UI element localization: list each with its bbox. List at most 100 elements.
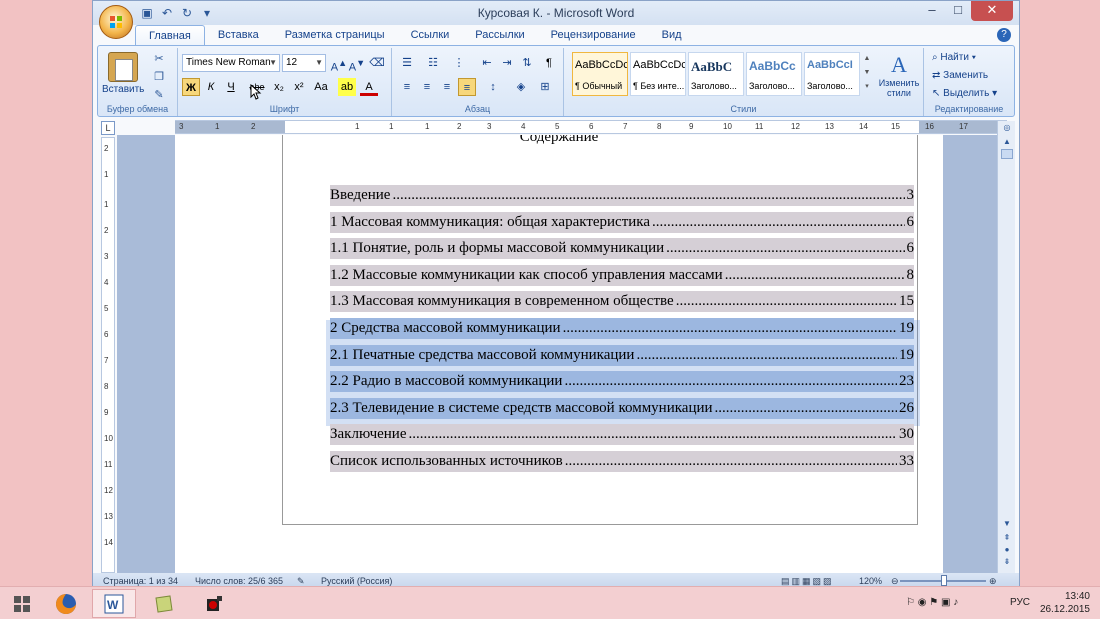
tab-review[interactable]: Рецензирование xyxy=(538,25,649,45)
notes-icon[interactable] xyxy=(142,589,186,618)
shrink-font-icon[interactable]: A▼ xyxy=(348,54,366,74)
word-count[interactable]: Число слов: 25/6 365 xyxy=(195,576,283,586)
sort-icon[interactable]: ⇅ xyxy=(518,54,536,72)
paste-icon[interactable] xyxy=(108,52,138,82)
style-normal[interactable]: AaBbCcDc ¶ Обычный xyxy=(572,52,628,96)
underline-button[interactable]: Ч xyxy=(222,78,240,96)
zoom-slider-thumb[interactable] xyxy=(941,575,947,586)
change-styles-button[interactable]: A Изменить стили xyxy=(878,52,920,98)
clock[interactable]: 13:40 26.12.2015 xyxy=(1040,590,1090,616)
align-center-icon[interactable]: ≡ xyxy=(418,78,436,96)
toc-entry[interactable]: Заключение 30 xyxy=(330,424,914,446)
styles-scroll-icon[interactable]: ▲ ▼ ▾ xyxy=(862,52,872,96)
save-icon[interactable]: ▣ xyxy=(139,5,155,21)
vertical-ruler[interactable]: 2 1 1 2 3 4 5 6 7 8 9 10 11 12 13 14 xyxy=(101,137,115,573)
ruler-number: 7 xyxy=(623,122,628,131)
grow-font-icon[interactable]: A▲ xyxy=(330,54,348,74)
tab-home[interactable]: Главная xyxy=(135,25,205,45)
replace-button[interactable]: ⇄ Заменить xyxy=(932,70,988,81)
cut-icon[interactable]: ✂ xyxy=(152,52,166,66)
taskbar: W ⚐ ◉ ⚑ ▣ ♪ РУС 13:40 26.12.2015 xyxy=(0,586,1100,619)
format-painter-icon[interactable]: ✎ xyxy=(152,88,166,102)
highlight-icon[interactable]: ab xyxy=(338,78,356,96)
scroll-thumb[interactable] xyxy=(1001,149,1013,159)
maximize-button[interactable]: □ xyxy=(945,1,971,21)
multilevel-list-icon[interactable]: ⋮ xyxy=(450,54,468,72)
decrease-indent-icon[interactable]: ⇤ xyxy=(478,54,496,72)
style-heading-2[interactable]: AaBbCc Заголово... xyxy=(746,52,802,96)
scroll-up-icon[interactable]: ▲ xyxy=(1001,137,1013,149)
font-name-combo[interactable]: Times New Roman ▼ xyxy=(182,54,280,72)
language-indicator[interactable]: Русский (Россия) xyxy=(321,576,392,586)
style-heading-1[interactable]: AaBbC Заголово... xyxy=(688,52,744,96)
horizontal-ruler[interactable]: 3 1 2 1 1 1 2 3 4 5 6 7 8 9 10 11 12 13 … xyxy=(175,120,1007,134)
superscript-button[interactable]: x² xyxy=(290,78,308,96)
style-heading-3[interactable]: AaBbCcI Заголово... xyxy=(804,52,860,96)
firefox-icon[interactable] xyxy=(44,589,88,618)
close-button[interactable]: ✕ xyxy=(971,1,1013,21)
show-marks-button[interactable]: ¶ xyxy=(540,54,558,72)
tab-selector-button[interactable]: L xyxy=(101,121,115,135)
italic-button[interactable]: К xyxy=(202,78,220,96)
style-no-spacing[interactable]: AaBbCcDc ¶ Без инте... xyxy=(630,52,686,96)
toc-entry-selected[interactable]: 2.1 Печатные средства массовой коммуника… xyxy=(330,344,914,366)
font-size-combo[interactable]: 12 ▼ xyxy=(282,54,326,72)
bold-button[interactable]: Ж xyxy=(182,78,200,96)
zoom-level[interactable]: 120% xyxy=(859,576,882,586)
vertical-scrollbar[interactable]: ◎ ▲ ▼ ⇞ ● ⇟ xyxy=(997,121,1015,573)
font-color-icon[interactable]: A xyxy=(360,78,378,96)
change-case-button[interactable]: Aa xyxy=(310,78,332,96)
prev-page-icon[interactable]: ⇞ xyxy=(1001,533,1013,545)
clear-format-icon[interactable]: ⌫ xyxy=(368,54,386,72)
help-icon[interactable]: ? xyxy=(997,28,1011,42)
toc-entry[interactable]: 1 Массовая коммуникация: общая характери… xyxy=(330,211,914,233)
toc-entry-selected[interactable]: 2.3 Телевидение в системе средств массов… xyxy=(330,397,914,419)
page-count[interactable]: Страница: 1 из 34 xyxy=(103,576,178,586)
toc-entry[interactable]: Введение 3 xyxy=(330,185,914,206)
word-taskbar-icon[interactable]: W xyxy=(92,589,136,618)
select-browse-object-icon[interactable]: ● xyxy=(1001,545,1013,557)
tab-references[interactable]: Ссылки xyxy=(398,25,463,45)
find-button[interactable]: ⌕ Найти ▾ xyxy=(932,52,976,63)
toc-entry-selected[interactable]: 2 Средства массовой коммуникации 19 xyxy=(330,317,914,339)
styles-group: AaBbCcDc ¶ Обычный AaBbCcDc ¶ Без инте... … xyxy=(564,48,924,116)
redo-icon[interactable]: ↻ xyxy=(179,5,195,21)
scroll-down-icon[interactable]: ▼ xyxy=(1001,519,1013,531)
borders-icon[interactable]: ⊞ xyxy=(536,78,554,96)
camera-icon[interactable] xyxy=(192,589,236,618)
tab-mailings[interactable]: Рассылки xyxy=(462,25,537,45)
document-area[interactable]: Содержание Введение3 1 Массовая коммуник… xyxy=(117,135,997,573)
minimize-button[interactable]: – xyxy=(919,1,945,21)
toc-entry[interactable]: 1.3 Массовая коммуникация в современном … xyxy=(330,291,914,313)
tab-insert[interactable]: Вставка xyxy=(205,25,272,45)
copy-icon[interactable]: ❐ xyxy=(152,70,166,84)
document-page[interactable]: Содержание Введение3 1 Массовая коммуник… xyxy=(175,135,943,573)
input-language[interactable]: РУС xyxy=(1010,597,1030,608)
table-of-contents[interactable]: Введение 3 1 Массовая коммуникация: общая… xyxy=(330,185,914,478)
numbering-icon[interactable]: ☷ xyxy=(424,54,442,72)
paste-button-label[interactable]: Вставить xyxy=(102,84,144,95)
tray-icons[interactable]: ⚐ ◉ ⚑ ▣ ♪ xyxy=(906,597,958,608)
increase-indent-icon[interactable]: ⇥ xyxy=(498,54,516,72)
line-spacing-icon[interactable]: ↕ xyxy=(484,78,502,96)
align-left-icon[interactable]: ≡ xyxy=(398,78,416,96)
ruler-number: 3 xyxy=(487,122,492,131)
shading-icon[interactable]: ◈ xyxy=(512,78,530,96)
justify-icon[interactable]: ≡ xyxy=(458,78,476,96)
toc-entry-selected[interactable]: 2.2 Радио в массовой коммуникации 23 xyxy=(330,371,914,393)
select-button[interactable]: ↖ Выделить ▾ xyxy=(932,88,997,99)
tab-page-layout[interactable]: Разметка страницы xyxy=(272,25,398,45)
subscript-button[interactable]: x₂ xyxy=(270,78,288,96)
qat-customize-icon[interactable]: ▾ xyxy=(199,5,215,21)
office-button[interactable] xyxy=(99,5,133,39)
align-right-icon[interactable]: ≡ xyxy=(438,78,456,96)
toc-entry[interactable]: 1.2 Массовые коммуникации как способ упр… xyxy=(330,264,914,286)
ruler-toggle-icon[interactable]: ◎ xyxy=(1001,123,1013,135)
tab-view[interactable]: Вид xyxy=(649,25,695,45)
undo-icon[interactable]: ↶ xyxy=(159,5,175,21)
next-page-icon[interactable]: ⇟ xyxy=(1001,557,1013,569)
windows-start-icon[interactable] xyxy=(0,589,44,618)
bullets-icon[interactable]: ☰ xyxy=(398,54,416,72)
toc-entry[interactable]: Список использованных источников 33 xyxy=(330,450,914,472)
toc-entry[interactable]: 1.1 Понятие, роль и формы массовой комму… xyxy=(330,238,914,260)
